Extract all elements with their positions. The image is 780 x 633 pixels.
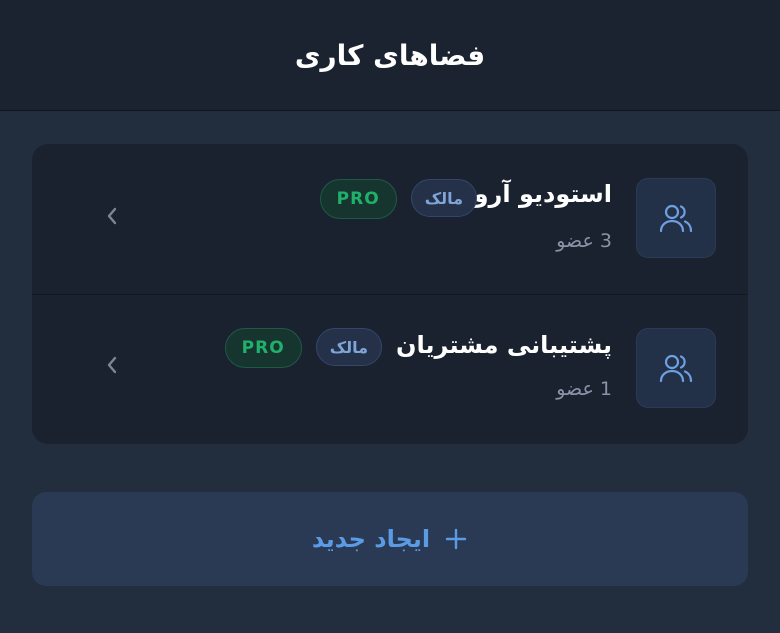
create-new-label: ایجاد جدید: [311, 525, 431, 553]
users-icon: [659, 354, 693, 383]
workspace-row[interactable]: استودیو آرورا 3 عضو مالک PRO: [32, 144, 748, 295]
member-count: 1 عضو: [556, 378, 612, 400]
workspace-name: پشتیبانی مشتریان: [396, 331, 612, 359]
workspace-avatar: [636, 178, 716, 258]
chevron-left-icon[interactable]: [102, 204, 122, 228]
owner-badge: مالک: [410, 179, 477, 217]
plus-icon: [445, 528, 467, 550]
chevron-left-icon[interactable]: [102, 353, 122, 377]
owner-badge: مالک: [315, 328, 382, 366]
badge-group: مالک PRO: [224, 328, 382, 368]
member-count: 3 عضو: [556, 230, 612, 252]
create-new-button[interactable]: ایجاد جدید: [32, 492, 748, 586]
workspace-avatar: [636, 328, 716, 408]
pro-badge: PRO: [224, 328, 302, 368]
workspace-row[interactable]: پشتیبانی مشتریان 1 عضو: [32, 295, 748, 444]
page-title: فضاهای کاری: [294, 38, 486, 72]
app-header: فضاهای کاری: [0, 0, 780, 111]
pro-badge: PRO: [319, 179, 397, 219]
workspace-list: استودیو آرورا 3 عضو مالک PRO پشتیبانی مش…: [32, 144, 748, 444]
badge-group: مالک PRO: [319, 179, 477, 219]
users-icon: [659, 204, 693, 233]
